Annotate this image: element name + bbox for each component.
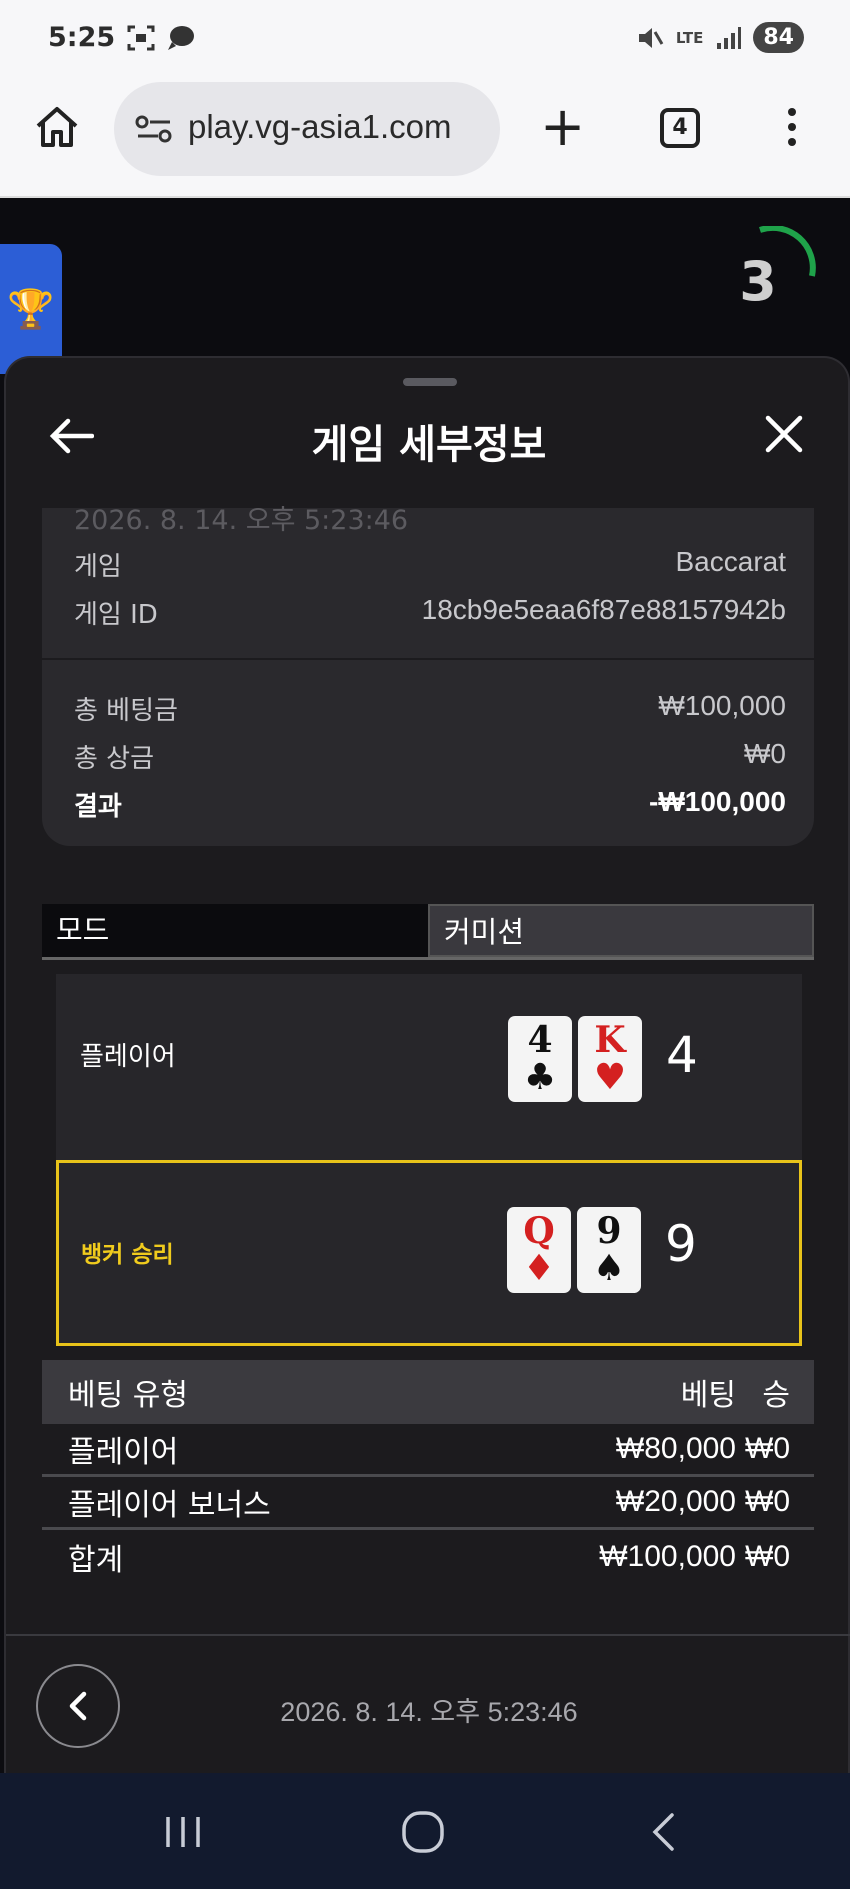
info-label: 게임 ID	[74, 600, 158, 630]
bet-amount-cell: ₩100,000	[599, 1539, 736, 1573]
playing-card: 9 ♠	[577, 1207, 641, 1293]
status-bar: 5:25 LTE 84	[0, 0, 850, 82]
heart-suit-icon: ♥	[593, 1057, 627, 1098]
money-summary-card: 총 베팅금 ₩100,000 총 상금 ₩0 결과 -₩100,000	[42, 660, 814, 846]
system-navigation-bar	[0, 1773, 850, 1889]
system-back-icon[interactable]	[640, 1807, 690, 1857]
playing-card: 4 ♣	[508, 1016, 572, 1102]
bet-type-cell: 플레이어	[68, 1435, 179, 1470]
playing-card: K ♥	[578, 1016, 642, 1102]
tab-mode[interactable]: 모드	[42, 904, 428, 957]
result-row: 결과 -₩100,000	[74, 786, 786, 823]
tab-commission[interactable]: 커미션	[428, 904, 814, 957]
win-amount-cell: ₩0	[745, 1539, 790, 1573]
bet-table-header: 베팅 유형 베팅 승	[42, 1360, 814, 1424]
info-label: 게임	[74, 552, 122, 582]
info-row-game: 게임 Baccarat	[74, 546, 786, 583]
chat-icon	[168, 26, 194, 50]
win-amount-cell: ₩0	[745, 1485, 790, 1518]
recent-apps-icon[interactable]	[158, 1807, 208, 1857]
close-icon[interactable]	[764, 414, 804, 454]
column-header: 승	[762, 1378, 790, 1413]
site-settings-icon[interactable]	[134, 114, 174, 144]
column-header: 베팅	[680, 1378, 736, 1413]
money-label: 총 상금	[74, 744, 155, 774]
bet-table: 베팅 유형 베팅 승 플레이어 ₩80,000 ₩0 플레이어 보너스 ₩20,…	[42, 1360, 814, 1583]
player-hand: 플레이어 4 ♣ K ♥ 4	[56, 974, 802, 1160]
round-datetime: 2026. 8. 14. 오후 5:23:46	[280, 1697, 578, 1727]
money-value: -₩100,000	[649, 786, 786, 817]
player-score: 4	[666, 1026, 698, 1084]
home-circle-icon[interactable]	[398, 1807, 448, 1857]
table-row: 플레이어 ₩80,000 ₩0	[42, 1424, 814, 1477]
card-rank: 9	[596, 1210, 622, 1252]
club-suit-icon: ♣	[523, 1057, 557, 1098]
diamond-suit-icon: ♦	[522, 1248, 556, 1289]
bet-amount-cell: ₩20,000	[615, 1485, 736, 1518]
total-win-row: 총 상금 ₩0	[74, 738, 786, 775]
page-title: 게임 세부정보	[311, 422, 547, 468]
trophy-icon[interactable]: 🏆	[0, 244, 62, 374]
url-text[interactable]: play.vg-asia1.com	[188, 108, 488, 146]
home-icon[interactable]	[34, 104, 80, 150]
card-rank: Q	[523, 1210, 555, 1252]
win-amount-cell: ₩0	[745, 1432, 790, 1465]
countdown-number: 3	[739, 250, 777, 313]
banker-hand: 뱅커 승리 Q ♦ 9 ♠ 9	[56, 1160, 802, 1346]
network-type: LTE	[675, 28, 704, 47]
browser-toolbar: play.vg-asia1.com + 4	[0, 82, 850, 198]
banker-score: 9	[665, 1215, 697, 1273]
sheet-grab-handle[interactable]	[403, 378, 457, 386]
money-label: 결과	[74, 792, 122, 822]
money-label: 총 베팅금	[74, 696, 178, 726]
sheet-header: 게임 세부정보	[6, 398, 850, 478]
table-row-total: 합계 ₩100,000 ₩0	[42, 1530, 814, 1583]
money-value: ₩100,000	[658, 690, 786, 721]
card-rank: 4	[527, 1019, 553, 1061]
player-label: 플레이어	[80, 1042, 176, 1072]
game-info-card: 2026. 8. 14. 오후 5:23:46 게임 Baccarat 게임 I…	[42, 505, 814, 658]
screenshot-icon	[127, 25, 155, 51]
column-header: 베팅 유형	[68, 1378, 188, 1413]
spade-suit-icon: ♠	[592, 1248, 626, 1289]
battery-indicator: 84	[753, 22, 804, 53]
divider	[6, 1634, 850, 1636]
game-datetime: 2026. 8. 14. 오후 5:23:46	[74, 505, 409, 536]
status-right: LTE 84	[636, 22, 804, 53]
mute-icon	[638, 27, 664, 48]
new-tab-button[interactable]: +	[540, 100, 585, 154]
banker-win-label: 뱅커 승리	[81, 1242, 174, 1268]
bet-amount-cell: ₩80,000	[615, 1432, 736, 1465]
status-time: 5:25	[48, 22, 116, 53]
money-value: ₩0	[744, 738, 786, 769]
address-bar[interactable]: play.vg-asia1.com	[114, 82, 500, 176]
total-bet-row: 총 베팅금 ₩100,000	[74, 690, 786, 727]
playing-card: Q ♦	[507, 1207, 571, 1293]
more-menu-icon[interactable]	[786, 108, 798, 152]
info-row-game-id: 게임 ID 18cb9e5eaa6f87e88157942b	[74, 594, 786, 631]
table-row: 플레이어 보너스 ₩20,000 ₩0	[42, 1477, 814, 1530]
signal-icon	[717, 26, 742, 49]
info-value: 18cb9e5eaa6f87e88157942b	[421, 594, 786, 625]
tab-switcher-button[interactable]: 4	[660, 108, 700, 148]
countdown-timer: 3	[730, 226, 820, 316]
bet-type-cell: 플레이어 보너스	[68, 1488, 271, 1523]
card-rank: K	[594, 1019, 626, 1061]
game-details-sheet: 게임 세부정보 2026. 8. 14. 오후 5:23:46 게임 Bacca…	[4, 356, 850, 1773]
mode-tabs: 모드 커미션	[42, 904, 814, 960]
status-notification-icons	[126, 24, 196, 52]
info-value: Baccarat	[675, 546, 787, 577]
bet-type-cell: 합계	[68, 1542, 124, 1578]
